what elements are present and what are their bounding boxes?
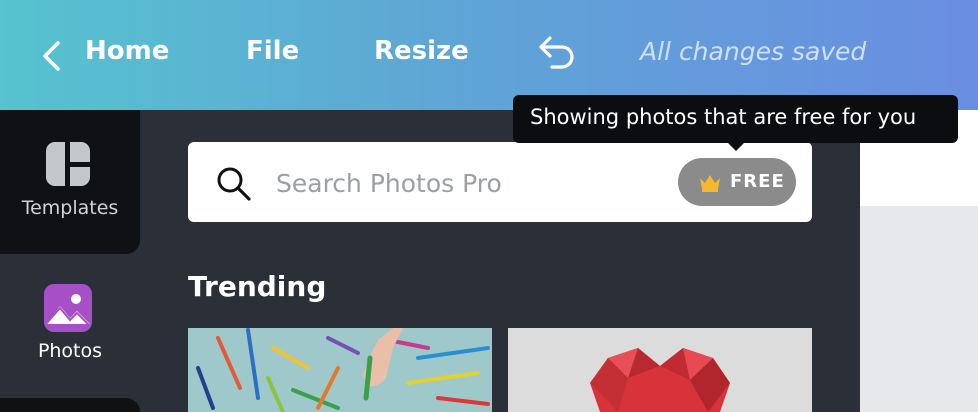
photos-icon (44, 284, 92, 332)
sidebar: Templates Photos (0, 110, 140, 412)
section-title: Trending (188, 270, 327, 303)
chevron-left-icon[interactable] (40, 40, 64, 72)
tooltip-arrow (727, 142, 745, 151)
tooltip-text: Showing photos that are free for you (530, 105, 917, 129)
paper-heart-image (508, 328, 812, 412)
paper-heart-photo[interactable] (508, 328, 812, 412)
crown-icon (700, 175, 720, 192)
sidebar-item-label: Photos (37, 340, 103, 362)
save-status: All changes saved (640, 37, 867, 66)
search-bar: FREE (188, 142, 812, 222)
templates-icon (46, 142, 90, 186)
file-menu-button[interactable]: File (246, 36, 299, 66)
home-button[interactable]: Home (85, 36, 169, 66)
undo-icon[interactable] (536, 34, 578, 72)
free-badge-label: FREE (730, 171, 785, 192)
sidebar-item-photos[interactable]: Photos (0, 254, 140, 364)
colored-pencils-photo[interactable] (188, 328, 492, 412)
colored-pencils-image (188, 328, 492, 412)
search-icon[interactable] (214, 164, 254, 204)
free-filter-badge[interactable]: FREE (678, 158, 796, 206)
free-photos-tooltip: Showing photos that are free for you (513, 95, 958, 151)
sidebar-item-next[interactable] (0, 398, 140, 412)
search-input[interactable] (274, 160, 658, 206)
top-toolbar: Home File Resize All changes saved (0, 0, 978, 110)
sidebar-item-templates[interactable]: Templates (0, 110, 140, 254)
resize-button[interactable]: Resize (374, 36, 469, 66)
sidebar-item-label: Templates (21, 197, 119, 219)
